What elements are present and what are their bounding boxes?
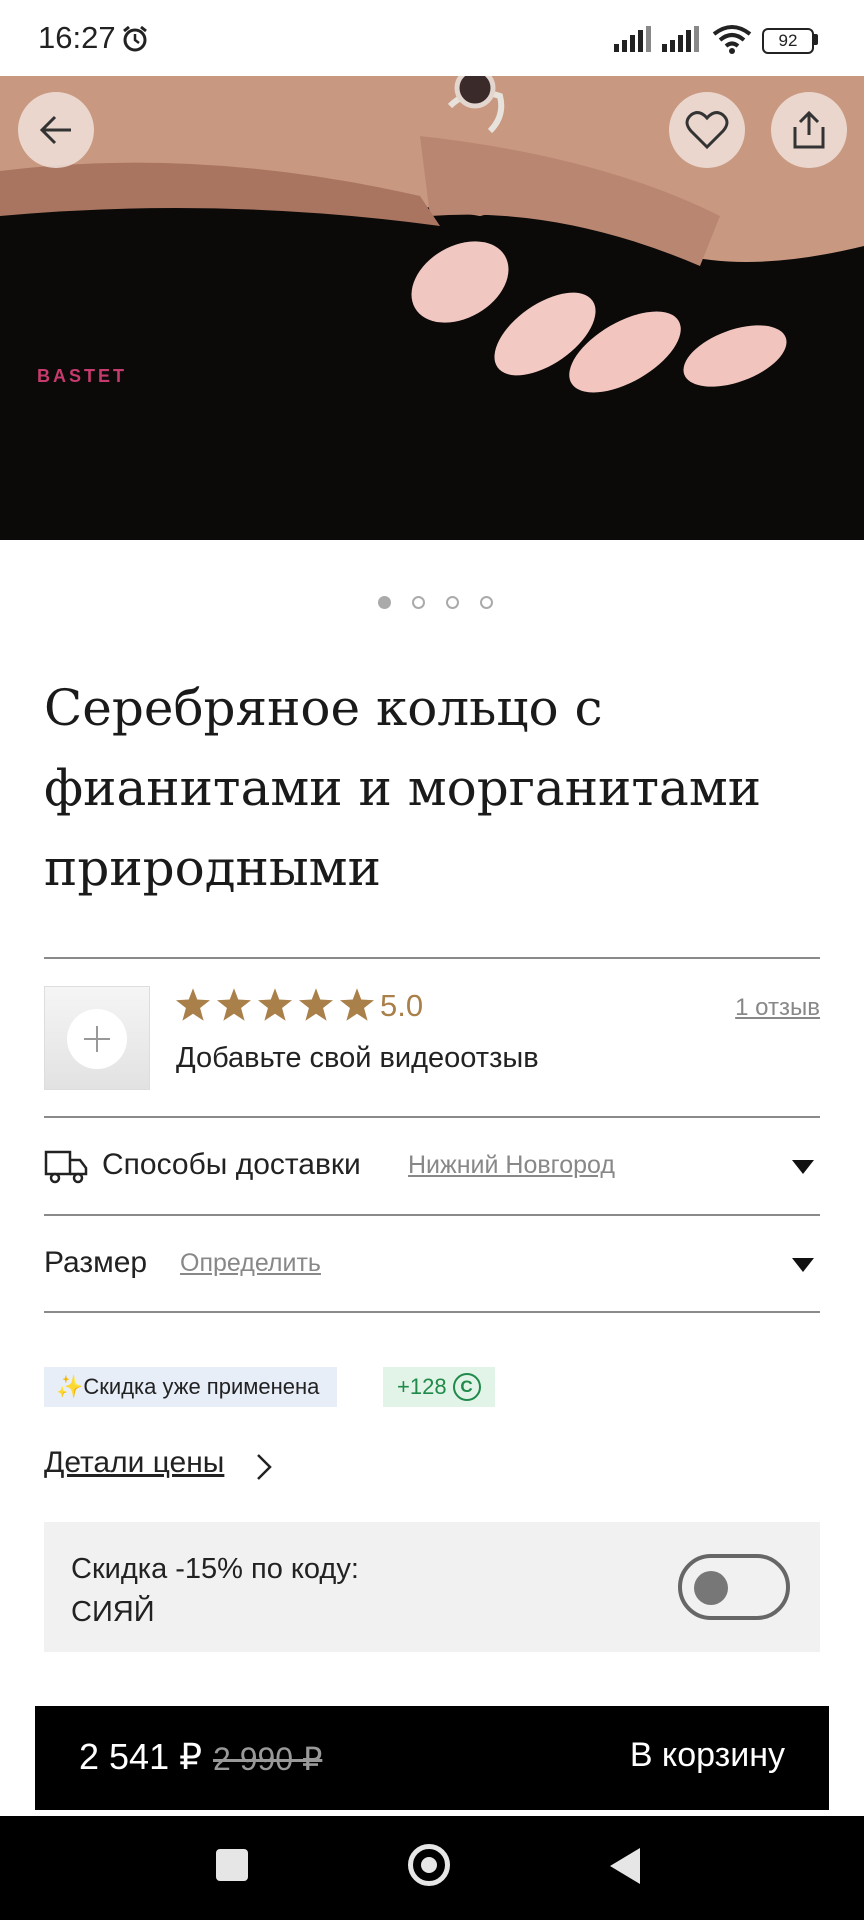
delivery-label: Способы доставки — [102, 1148, 361, 1181]
rating-value: 5.0 — [380, 988, 424, 1023]
signal-icon — [614, 26, 651, 52]
product-title: Серебряное кольцо с фианитами и морганит… — [44, 679, 762, 897]
divider — [44, 1311, 820, 1313]
back-icon[interactable] — [610, 1848, 640, 1884]
recent-apps-icon[interactable] — [216, 1849, 248, 1881]
discount-applied-badge[interactable]: ✨Скидка уже применена — [44, 1367, 338, 1407]
promo-code: СИЯЙ — [71, 1596, 155, 1628]
bonus-points-value: +128 — [397, 1374, 447, 1399]
divider — [44, 1116, 820, 1118]
add-to-cart-bar[interactable]: 2 541 ₽ 2 990 ₽ В корзину — [35, 1706, 829, 1810]
add-video-review-button[interactable] — [44, 986, 150, 1090]
carousel-dot[interactable] — [378, 596, 391, 609]
carousel-indicator — [378, 596, 493, 609]
truck-icon — [44, 1150, 88, 1184]
promo-code-box: Скидка -15% по коду: СИЯЙ — [44, 1522, 820, 1652]
rating-stars — [176, 988, 374, 1021]
delivery-city-link[interactable]: Нижний Новгород — [408, 1151, 615, 1180]
carousel-dot[interactable] — [480, 596, 493, 609]
add-to-cart-button[interactable]: В корзину — [630, 1736, 785, 1775]
carousel-dot[interactable] — [446, 596, 459, 609]
status-time: 16:27 — [38, 20, 116, 55]
old-price: 2 990 ₽ — [213, 1741, 323, 1777]
star-icon — [176, 988, 210, 1021]
chevron-down-icon[interactable] — [792, 1160, 814, 1174]
size-label: Размер — [44, 1246, 148, 1279]
price-details-link[interactable]: Детали цены — [44, 1446, 224, 1480]
chevron-down-icon[interactable] — [792, 1258, 814, 1272]
alarm-icon — [123, 25, 147, 52]
current-price: 2 541 ₽ — [79, 1736, 202, 1777]
chevron-right-icon[interactable] — [255, 1452, 273, 1482]
share-button[interactable] — [771, 92, 847, 168]
brand-watermark: BASTET — [37, 366, 127, 386]
product-image-carousel[interactable]: BASTET — [0, 76, 864, 540]
star-icon — [217, 988, 251, 1021]
discount-badge-label: ✨Скидка уже применена — [56, 1374, 320, 1399]
wifi-icon — [712, 25, 752, 54]
favorite-button[interactable] — [669, 92, 745, 168]
carousel-dot[interactable] — [412, 596, 425, 609]
divider — [44, 1214, 820, 1216]
promo-toggle[interactable] — [678, 1554, 790, 1620]
heart-icon — [685, 111, 729, 150]
star-icon — [258, 988, 292, 1021]
add-video-review-label[interactable]: Добавьте свой видеоотзыв — [176, 1042, 539, 1075]
home-icon[interactable] — [408, 1844, 450, 1886]
bonus-points-badge[interactable]: +128 C — [383, 1367, 495, 1407]
back-button[interactable] — [18, 92, 94, 168]
reviews-count-link[interactable]: 1 отзыв — [735, 994, 820, 1022]
toggle-knob — [694, 1571, 728, 1605]
battery-tip — [814, 34, 818, 45]
back-arrow-icon — [39, 115, 71, 145]
signal-icon — [662, 26, 699, 52]
battery-icon: 92 — [762, 28, 814, 54]
size-determine-link[interactable]: Определить — [180, 1249, 321, 1278]
status-bar: 16:27 92 — [0, 0, 864, 76]
divider — [44, 957, 820, 959]
plus-icon — [67, 1009, 127, 1069]
promo-text: Скидка -15% по коду: СИЯЙ — [71, 1548, 359, 1634]
star-icon — [299, 988, 333, 1021]
promo-text-line1: Скидка -15% по коду: — [71, 1553, 359, 1585]
share-icon — [793, 110, 825, 149]
star-icon — [340, 988, 374, 1021]
coin-icon: C — [452, 1373, 481, 1401]
